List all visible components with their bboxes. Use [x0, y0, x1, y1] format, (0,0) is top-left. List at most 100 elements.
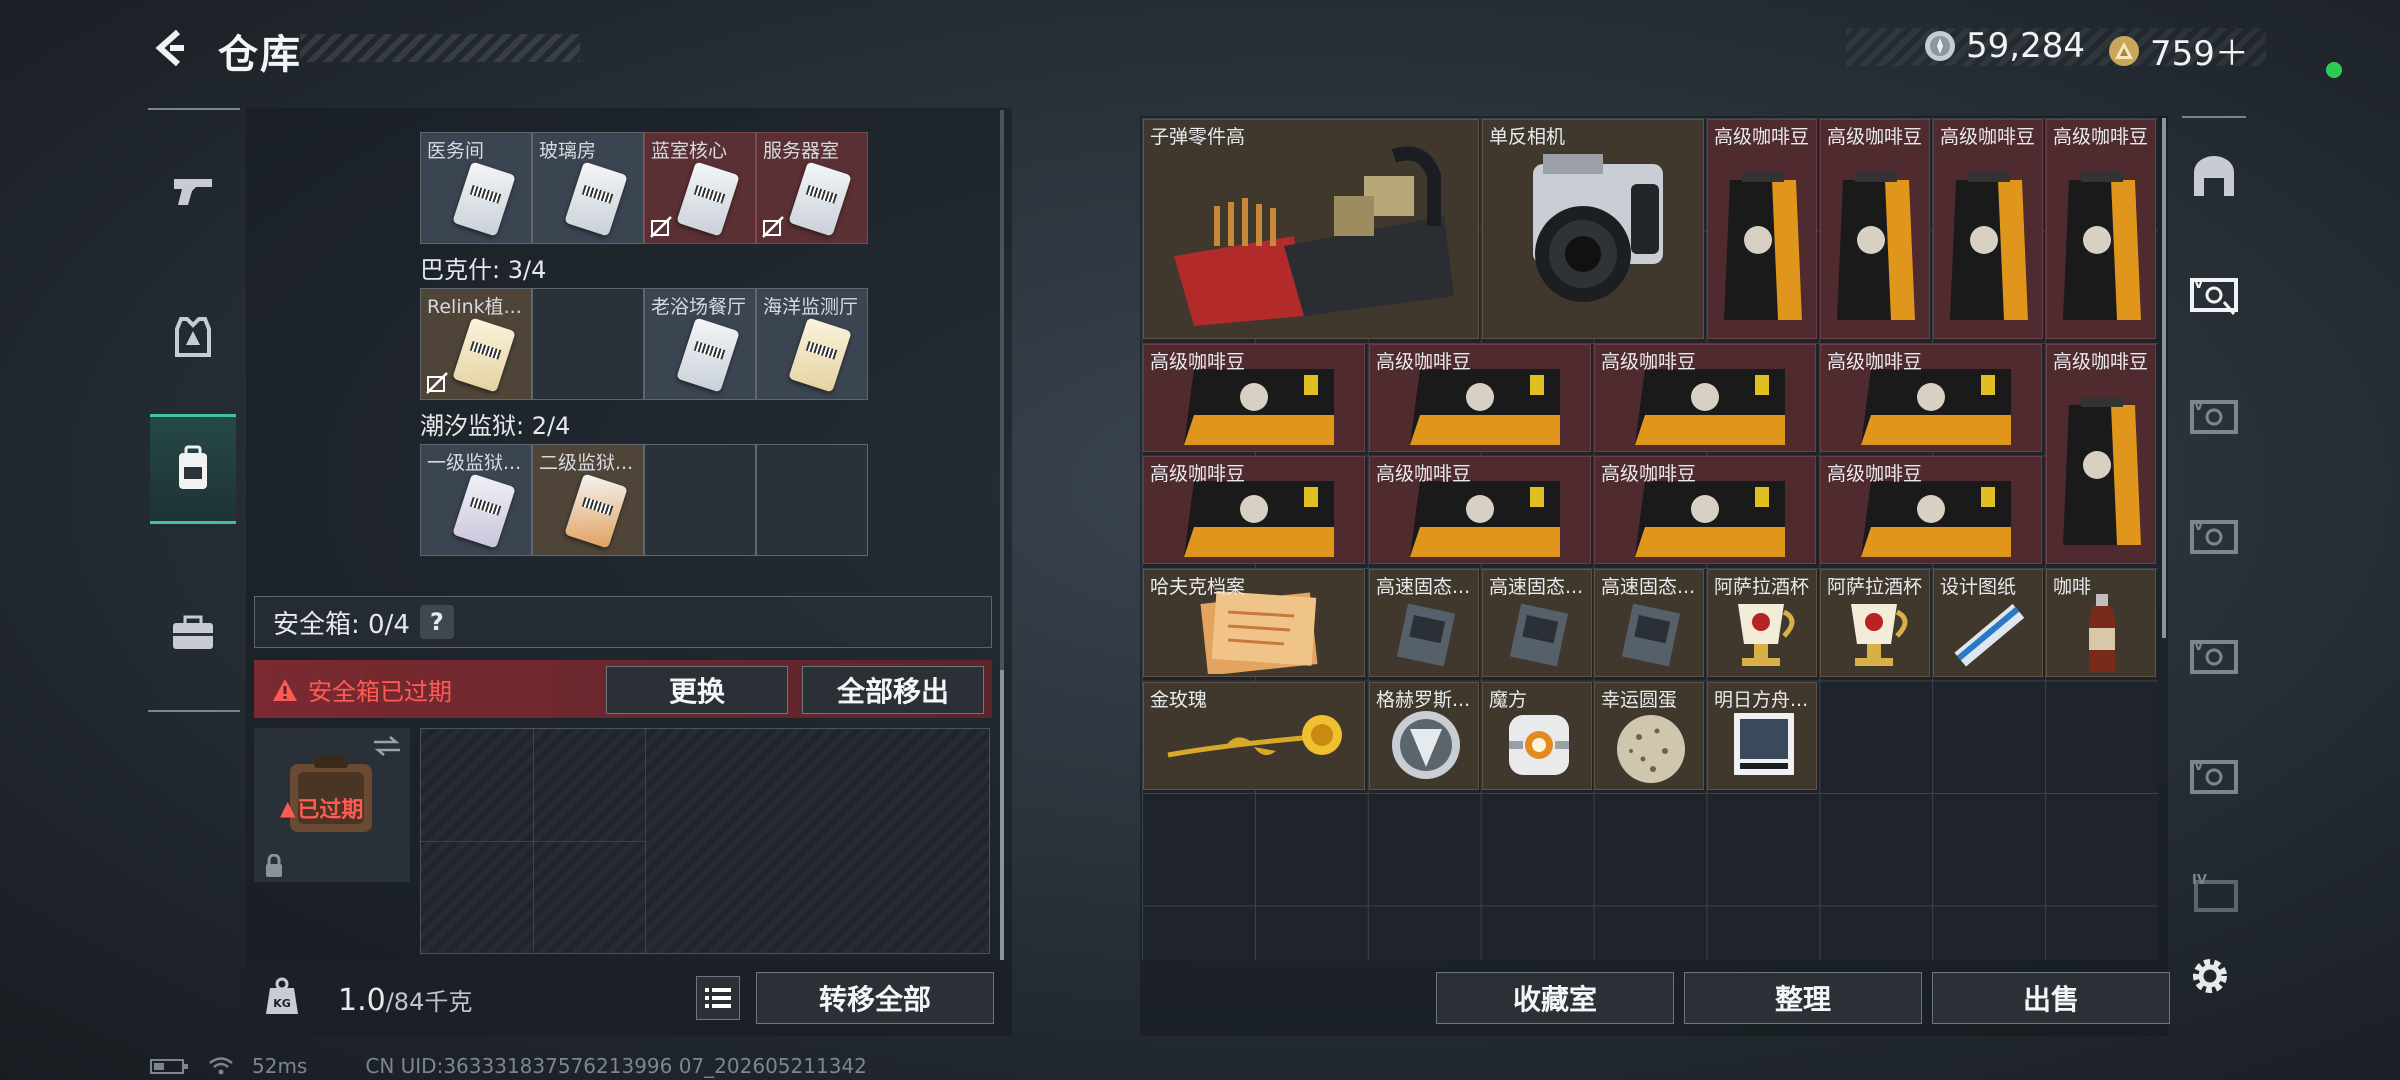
- stash-item-coffee[interactable]: 高级咖啡豆: [1143, 456, 1365, 564]
- camera-icon: [1533, 154, 1663, 302]
- rail-stash-3[interactable]: V: [2186, 510, 2242, 562]
- map-group-title: 巴克什: 3/4: [420, 256, 547, 284]
- svg-text:V: V: [2194, 639, 2204, 653]
- organize-button[interactable]: 整理: [1684, 972, 1922, 1024]
- stash-item-hafk-file[interactable]: 哈夫克档案: [1143, 569, 1365, 677]
- ssd-icon: [1396, 604, 1456, 666]
- keycard-slot[interactable]: 二级监狱...: [532, 444, 644, 556]
- keycard-slot[interactable]: 医务间: [420, 132, 532, 244]
- safe-box-slot[interactable]: ▲ 已过期: [254, 728, 410, 882]
- stash-item-grex-emblem[interactable]: 格赫罗斯...: [1369, 682, 1479, 790]
- rail-stash-1[interactable]: V: [2186, 268, 2242, 320]
- empty-keycard-slot[interactable]: [644, 444, 756, 556]
- stash-item-bullet-parts[interactable]: 子弹零件高: [1143, 119, 1479, 339]
- stash-box-icon: V: [2190, 519, 2238, 554]
- coffee-bag-icon: [1635, 481, 1785, 557]
- rail-all-items[interactable]: [2186, 150, 2242, 202]
- stash-item-coffee[interactable]: 高级咖啡豆: [1594, 344, 1816, 452]
- stash-item-azalea-cup[interactable]: 阿萨拉酒杯: [1707, 569, 1817, 677]
- stash-item-coffee[interactable]: 高级咖啡豆: [1820, 119, 1930, 339]
- svg-text:KG: KG: [273, 997, 291, 1010]
- stash-item-coffee[interactable]: 高级咖啡豆: [1820, 344, 2042, 452]
- coffee-bag-icon: [1635, 369, 1785, 445]
- svg-text:IV: IV: [2192, 873, 2207, 888]
- left-scrollbar-thumb[interactable]: [1000, 670, 1004, 960]
- replace-button[interactable]: 更换: [606, 666, 788, 714]
- stash-item-coffee-drink[interactable]: 咖啡: [2046, 569, 2156, 677]
- stash-item-coffee[interactable]: 高级咖啡豆: [2046, 119, 2156, 339]
- stash-item-coffee[interactable]: 高级咖啡豆: [1143, 344, 1365, 452]
- tab-case[interactable]: [150, 578, 236, 688]
- rail-stash-5[interactable]: V: [2186, 750, 2242, 802]
- move-all-out-button[interactable]: 全部移出: [802, 666, 984, 714]
- stash-item-coffee[interactable]: 高级咖啡豆: [1707, 119, 1817, 339]
- stash-item-lucky-egg[interactable]: 幸运圆蛋: [1594, 682, 1704, 790]
- stash-item-ssd[interactable]: 高速固态...: [1594, 569, 1704, 677]
- back-arrow-icon[interactable]: [148, 26, 192, 70]
- keycard-slot[interactable]: 海洋监测厅: [756, 288, 868, 400]
- ssd-icon: [1509, 604, 1569, 666]
- tab-armor[interactable]: [150, 282, 236, 392]
- stash-item-design-drawing[interactable]: 设计图纸: [1933, 569, 2043, 677]
- svg-text:V: V: [2194, 519, 2204, 533]
- tab-backpack[interactable]: [150, 414, 236, 524]
- stash-item-ssd[interactable]: 高速固态...: [1369, 569, 1479, 677]
- online-status-dot: [2326, 62, 2342, 78]
- goblet-icon: [1851, 604, 1908, 666]
- keycard-slot[interactable]: 一级监狱...: [420, 444, 532, 556]
- stash-item-coffee[interactable]: 高级咖啡豆: [1369, 456, 1591, 564]
- coffee-bag-icon: [1861, 369, 2011, 445]
- keycard-slot[interactable]: Relink植...: [420, 288, 532, 400]
- svg-text:V: V: [2194, 277, 2204, 291]
- blueprint-icon: [1954, 604, 2025, 667]
- briefcase-icon: [173, 615, 213, 649]
- safe-box-grid[interactable]: [420, 728, 990, 954]
- empty-keycard-slot[interactable]: [532, 288, 644, 400]
- list-view-button[interactable]: [696, 976, 740, 1020]
- stash-box-icon: V: [2190, 759, 2238, 794]
- empty-keycard-slot[interactable]: [756, 444, 868, 556]
- coffee-bag-icon: [1837, 172, 1915, 320]
- stash-item-golden-rose[interactable]: 金玫瑰: [1143, 682, 1365, 790]
- keycard-slot[interactable]: 蓝室核心: [644, 132, 756, 244]
- keycard-icon: [788, 317, 852, 393]
- stash-box-icon: V: [2190, 277, 2238, 315]
- stash-item-cube[interactable]: 魔方: [1482, 682, 1592, 790]
- keycard-slot[interactable]: 服务器室: [756, 132, 868, 244]
- keycard-icon: [452, 473, 516, 549]
- keycard-slot[interactable]: 老浴场餐厅: [644, 288, 756, 400]
- stash-item-camera[interactable]: 单反相机: [1482, 119, 1704, 339]
- stash-item-coffee[interactable]: 高级咖啡豆: [1594, 456, 1816, 564]
- safe-expired-warning: 安全箱已过期: [272, 672, 452, 707]
- tab-weapons[interactable]: [150, 136, 236, 246]
- settings-gear-icon[interactable]: [2186, 952, 2234, 1000]
- stash-item-azalea-cup[interactable]: 阿萨拉酒杯: [1820, 569, 1930, 677]
- rail-stash-4[interactable]: V: [2186, 630, 2242, 682]
- currency-a[interactable]: 59,284: [1924, 26, 2085, 66]
- stash-item-ssd[interactable]: 高速固态...: [1482, 569, 1592, 677]
- keycard-slot[interactable]: 玻璃房: [532, 132, 644, 244]
- egg-icon: [1617, 715, 1685, 783]
- coffee-bag-icon: [2063, 172, 2141, 320]
- wifi-icon: [209, 1057, 233, 1075]
- stash-item-coffee[interactable]: 高级咖啡豆: [1820, 456, 2042, 564]
- stash-scrollbar[interactable]: [2162, 118, 2166, 638]
- stash-item-coffee[interactable]: 高级咖啡豆: [1369, 344, 1591, 452]
- safe-box-header: 安全箱: 0/4 ?: [254, 596, 992, 648]
- currency-b[interactable]: 759＋: [2108, 26, 2249, 75]
- expired-badge: ▲ 已过期: [280, 796, 364, 823]
- stash-item-coffee[interactable]: 高级咖啡豆: [2046, 344, 2156, 564]
- help-button[interactable]: ?: [419, 605, 454, 639]
- coffee-bag-icon: [1724, 172, 1802, 320]
- coffee-bag-icon: [1184, 481, 1334, 557]
- stash-item-coffee[interactable]: 高级咖啡豆: [1933, 119, 2043, 339]
- rail-stash-6[interactable]: IV: [2186, 866, 2242, 918]
- stash-item-ost[interactable]: 明日方舟...: [1707, 682, 1817, 790]
- ping: 52ms: [252, 1054, 308, 1078]
- sell-button[interactable]: 出售: [1932, 972, 2170, 1024]
- rail-stash-2[interactable]: V: [2186, 390, 2242, 442]
- parts-crate-icon: [1174, 146, 1454, 326]
- collection-room-button[interactable]: 收藏室: [1436, 972, 1674, 1024]
- transfer-all-button[interactable]: 转移全部: [756, 972, 994, 1024]
- swap-icon[interactable]: [372, 734, 402, 758]
